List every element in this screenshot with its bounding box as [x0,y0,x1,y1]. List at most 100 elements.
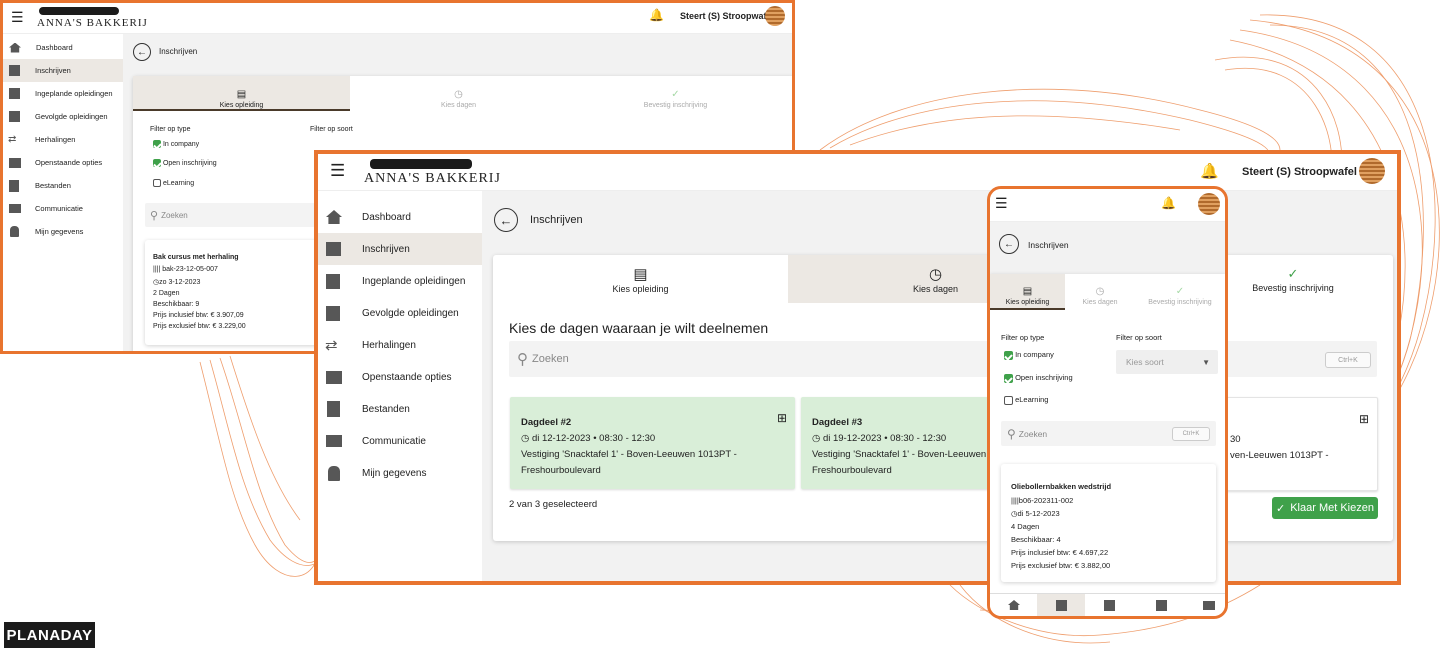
tab-kies-dagen[interactable]: ◷ Kies dagen [1065,274,1135,310]
tab-kies-opleiding[interactable]: ▤ Kies opleiding [493,255,788,303]
book-icon [326,305,340,321]
clock-icon: ◷ [454,89,463,100]
back-button[interactable]: ← [133,43,151,61]
menu-icon[interactable]: ☰ [11,9,24,26]
filter-type-label: Filter op type [150,126,191,133]
sidebar-item-gevolgde-opleidingen[interactable]: Gevolgde opleidingen [318,297,482,329]
checkbox-unchecked[interactable] [153,179,161,187]
course-card[interactable]: Bak cursus met herhaling |||| bak-23-12-… [145,240,335,345]
search-icon: ⚲ [517,351,528,368]
sort-select[interactable]: Kies soort ▼ [1116,350,1218,374]
tab-kies-opleiding[interactable]: ▤ Kies opleiding [133,76,350,111]
sidebar: Dashboard Inschrijven Ingeplande opleidi… [318,191,482,581]
sidebar-item-ingeplande-opleidingen[interactable]: Ingeplande opleidingen [318,265,482,297]
check-circle-icon: ✓ [671,89,680,100]
tab-bevestig-inschrijving[interactable]: ✓ Bevestig inschrijving [567,76,784,111]
bottom-nav-dashboard[interactable] [990,594,1038,616]
keyboard-shortcut-hint: Ctrl+K [1325,352,1371,368]
list-icon [9,157,21,168]
sidebar-item-herhalingen[interactable]: ⇄ Herhalingen [3,128,123,151]
filter-elearning[interactable]: eLearning [153,179,194,187]
checkbox-checked[interactable] [1004,373,1013,383]
filter-type-label: Filter op type [1001,333,1045,342]
classroom-icon: ⊞ [776,411,787,425]
sidebar-item-ingeplande-opleidingen[interactable]: Ingeplande opleidingen [3,82,123,105]
inbox-icon [326,435,342,447]
edit-icon [9,65,20,76]
tab-bevestig-inschrijving[interactable]: ✓ Bevestig inschrijving [1135,274,1225,310]
home-icon [9,42,21,53]
avatar[interactable] [765,6,785,26]
back-button[interactable]: ← [494,208,518,232]
check-icon: ✓ [1276,502,1286,515]
logo-bar [39,7,119,15]
filter-in-company[interactable]: In company [1004,350,1054,360]
search-icon: ⚲ [150,209,159,222]
bottom-nav-ingeplande-opleidingen[interactable] [1085,594,1133,616]
calendar-icon [9,88,20,99]
sidebar-item-bestanden[interactable]: Bestanden [3,174,123,197]
checkbox-unchecked[interactable] [1004,395,1013,405]
repeat-icon: ⇄ [8,134,17,145]
search-input[interactable]: ⚲ Zoeken [145,203,315,227]
book-icon [9,111,20,122]
user-icon [328,465,340,481]
menu-icon[interactable]: ☰ [995,195,1008,212]
checkbox-checked[interactable] [153,140,161,148]
content-area: ← Inschrijven ▤ Kies opleiding ◷ Kies dage… [990,222,1225,597]
filter-open-inschrijving[interactable]: Open inschrijving [153,159,217,167]
files-icon [327,401,340,417]
book-icon: ▤ [1022,286,1033,297]
day-card[interactable]: Dagdeel #3 ◷ di 19-12-2023 • 08:30 - 12:… [801,397,991,489]
checkbox-checked[interactable] [153,159,161,167]
barcode-icon: |||| [1011,496,1019,505]
bottom-nav-inschrijven[interactable] [1037,594,1085,616]
tab-kies-opleiding[interactable]: ▤ Kies opleiding [990,274,1065,310]
sidebar-item-openstaande-opties[interactable]: Openstaande opties [318,361,482,393]
sidebar-item-mijn-gegevens[interactable]: Mijn gegevens [3,220,123,243]
tab-kies-dagen[interactable]: ◷ Kies dagen [350,76,567,111]
sidebar-item-dashboard[interactable]: Dashboard [318,201,482,233]
back-button[interactable]: ← [999,234,1019,254]
sidebar-item-communicatie[interactable]: Communicatie [318,425,482,457]
filter-open-inschrijving[interactable]: Open inschrijving [1004,373,1073,383]
sidebar-item-bestanden[interactable]: Bestanden [318,393,482,425]
page-title: Inschrijven [530,214,583,226]
bottom-nav-gevolgde-opleidingen[interactable] [1137,594,1185,616]
filter-in-company[interactable]: In company [153,140,199,148]
sidebar: Dashboard Inschrijven Ingeplande opleidi… [3,34,123,351]
sidebar-item-inschrijven[interactable]: Inschrijven [318,233,482,265]
top-bar: ☰ ANNA'S BAKKERIJ 🔔 Steert (S) Stroopwaf… [318,154,1397,191]
book-icon: ▤ [236,89,247,100]
sidebar-item-inschrijven[interactable]: Inschrijven [3,59,123,82]
avatar[interactable] [1359,158,1385,184]
mobile-window: ☰ 🔔 ← Inschrijven ▤ Kies opleiding ◷ Kies … [987,186,1228,619]
menu-icon[interactable]: ☰ [330,161,345,181]
files-icon [9,179,19,192]
search-input[interactable]: ⚲ Zoeken [509,341,1377,377]
day-card[interactable]: ⊞ Dagdeel #2 ◷ di 12-12-2023 • 08:30 - 1… [510,397,795,489]
bell-icon[interactable]: 🔔 [649,8,664,22]
content-area: ← Inschrijven ▤ Kies opleiding ◷ Kies dage… [482,191,1397,581]
bottom-nav-communicatie[interactable] [1185,594,1225,616]
done-selecting-button[interactable]: ✓ Klaar Met Kiezen [1272,497,1378,519]
check-circle-icon: ✓ [1287,266,1299,281]
inbox-icon [9,204,21,213]
selected-count: 2 van 3 geselecteerd [509,499,598,510]
sidebar-item-openstaande-opties[interactable]: Openstaande opties [3,151,123,174]
avatar[interactable] [1198,193,1220,215]
course-card[interactable]: Oliebollernbakken wedstrijd ||||b06-2023… [1001,464,1216,582]
home-icon [1008,600,1020,610]
checkbox-checked[interactable] [1004,350,1013,360]
day-card[interactable]: ⊞ 30 ven-Leeuwen 1013PT - [1223,397,1378,491]
sidebar-item-gevolgde-opleidingen[interactable]: Gevolgde opleidingen [3,105,123,128]
sidebar-item-herhalingen[interactable]: ⇄ Herhalingen [318,329,482,361]
sidebar-item-mijn-gegevens[interactable]: Mijn gegevens [318,457,482,489]
chevron-down-icon: ▼ [1202,357,1210,367]
filter-sort-label: Filter op soort [310,126,353,133]
bell-icon[interactable]: 🔔 [1200,162,1219,180]
bell-icon[interactable]: 🔔 [1161,196,1176,210]
sidebar-item-communicatie[interactable]: Communicatie [3,197,123,220]
sidebar-item-dashboard[interactable]: Dashboard [3,36,123,59]
filter-elearning[interactable]: eLearning [1004,395,1048,405]
